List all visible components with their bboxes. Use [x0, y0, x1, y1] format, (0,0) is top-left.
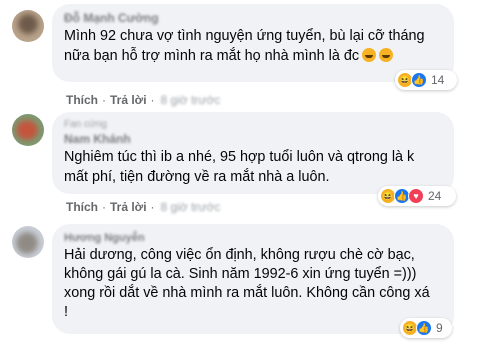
- like-link[interactable]: Thích: [66, 93, 98, 107]
- avatar[interactable]: [12, 226, 44, 258]
- like-reaction-icon: 👍: [416, 320, 432, 336]
- reaction-count: 24: [428, 189, 442, 203]
- comment-bubble: Đỗ Mạnh Cường Mình 92 chưa vợ tình nguyệ…: [52, 4, 454, 82]
- reaction-summary[interactable]: 😆 👍 14: [395, 70, 457, 90]
- avatar[interactable]: [12, 114, 44, 146]
- reply-link[interactable]: Trả lời: [110, 200, 147, 214]
- comment-actions: Thích · Trả lời · 8 giờ trước: [66, 200, 221, 214]
- like-link[interactable]: Thích: [66, 200, 98, 214]
- reaction-count: 14: [431, 73, 445, 87]
- reaction-summary[interactable]: 😆 👍 ♥ 24: [378, 186, 456, 206]
- comment-text: Mình 92 chưa vợ tình nguyện ứng tuyển, b…: [64, 28, 425, 64]
- comment-time[interactable]: 8 giờ trước: [161, 200, 221, 214]
- avatar[interactable]: [12, 10, 44, 42]
- comment-actions: Thích · Trả lời · 8 giờ trước: [66, 93, 221, 107]
- comment-author[interactable]: Đỗ Mạnh Cường: [64, 10, 442, 26]
- laughing-emoji-icon: [362, 48, 377, 62]
- comment-text: Hải dương, công việc ổn định, không rượu…: [64, 247, 430, 320]
- love-reaction-icon: ♥: [408, 188, 424, 204]
- comment-author[interactable]: Hương Nguyễn: [64, 230, 442, 246]
- comment-author[interactable]: Nam Khánh: [64, 131, 442, 147]
- like-reaction-icon: 👍: [411, 72, 427, 88]
- comment-bubble: Fan cứng Nam Khánh Nghiêm túc thì ib a n…: [52, 112, 454, 194]
- comment-time[interactable]: 8 giờ trước: [161, 93, 221, 107]
- comment-text: Nghiêm túc thì ib a nhé, 95 hợp tuổi luô…: [64, 149, 415, 185]
- reply-link[interactable]: Trả lời: [110, 93, 147, 107]
- comment-bubble: Hương Nguyễn Hải dương, công việc ổn địn…: [52, 224, 454, 334]
- reaction-count: 9: [436, 321, 443, 335]
- top-fan-badge: Fan cứng: [64, 119, 107, 130]
- laughing-emoji-icon: [379, 48, 394, 62]
- reaction-summary[interactable]: 😆 👍 9: [400, 318, 452, 338]
